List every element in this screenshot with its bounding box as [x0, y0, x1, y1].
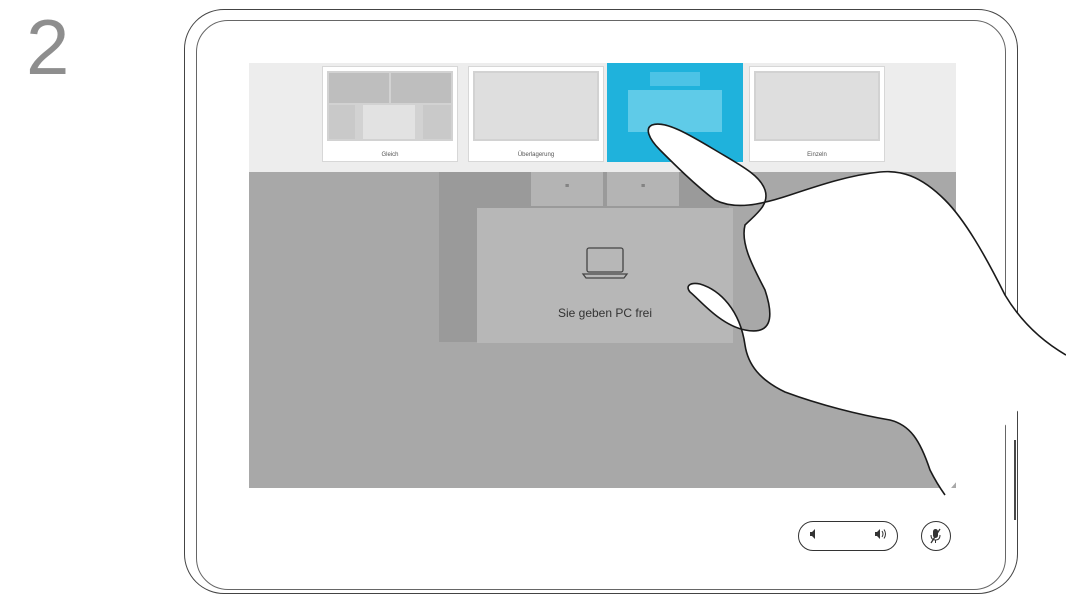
layout-selector-bar: Gleich Überlagerung Einzeln — [249, 63, 956, 172]
layout-option-selected[interactable] — [607, 63, 743, 162]
touch-screen: Gleich Überlagerung Einzeln ≡ ≡ Sie gebe… — [249, 63, 956, 488]
camera-tile[interactable]: ≡ — [607, 172, 679, 206]
layout-option-einzeln[interactable]: Einzeln — [749, 66, 885, 162]
layout-option-label: Gleich — [381, 152, 399, 158]
layout-option-ueberlagerung[interactable]: Überlagerung — [468, 66, 604, 162]
camera-tiles: ≡ ≡ — [531, 172, 681, 206]
share-status-label: Sie geben PC frei — [557, 306, 653, 320]
layout-preview-icon — [473, 71, 599, 141]
layout-preview-icon — [754, 71, 880, 141]
volume-control[interactable] — [798, 521, 898, 551]
step-number: 2 — [26, 3, 70, 91]
presentation-share-panel: Sie geben PC frei — [477, 208, 733, 343]
microphone-muted-icon — [930, 528, 941, 544]
layout-preview-icon — [612, 68, 738, 138]
mute-button[interactable] — [921, 521, 951, 551]
camera-tile[interactable]: ≡ — [531, 172, 603, 206]
layout-option-label: Einzeln — [807, 152, 827, 158]
layout-option-gleich[interactable]: Gleich — [322, 66, 458, 162]
speaker-low-icon[interactable] — [809, 528, 819, 540]
layout-option-label: Überlagerung — [517, 152, 555, 158]
speaker-high-icon[interactable] — [874, 528, 888, 540]
laptop-icon — [581, 247, 629, 279]
layout-preview-icon — [327, 71, 453, 141]
